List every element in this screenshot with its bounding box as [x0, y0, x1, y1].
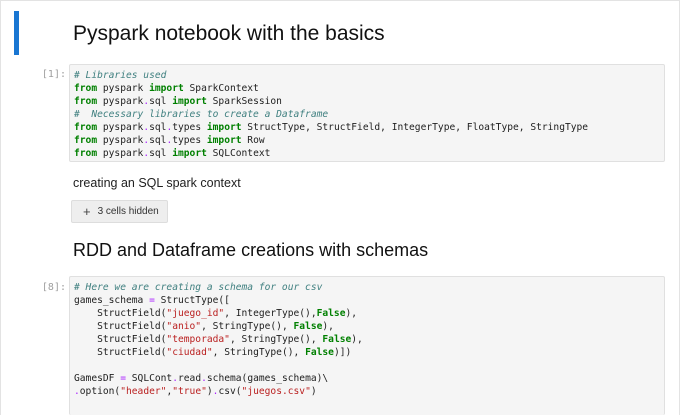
code-line: # Necessary libraries to create a Datafr… [74, 108, 664, 121]
code-token: from [74, 83, 98, 94]
code-token: "anio" [166, 321, 202, 332]
code-token: StructType, StructField, IntegerType, Fl… [241, 122, 589, 133]
code-token: from [74, 96, 98, 107]
code-line: # Libraries used [74, 69, 664, 82]
code-token: StructField( [74, 347, 167, 358]
section-heading: RDD and Dataframe creations with schemas [73, 240, 429, 260]
code-token: StructField( [74, 308, 167, 319]
code-token: types [172, 122, 207, 133]
code-token: pyspark [97, 135, 144, 146]
code-token: "ciudad" [166, 347, 213, 358]
code-token: False [293, 321, 323, 332]
code-token: "true" [172, 386, 207, 397]
page-border-top [0, 0, 680, 1]
code-token: sql [149, 148, 173, 159]
code-line: StructField("temporada", StringType(), F… [74, 333, 664, 346]
code-line: StructField("juego_id", IntegerType(),Fa… [74, 307, 664, 320]
code-token: StructField( [74, 334, 167, 345]
code-line: StructField("anio", StringType(), False)… [74, 320, 664, 333]
code-token: types [172, 135, 207, 146]
code-token: # Necessary libraries to create a Datafr… [74, 109, 329, 120]
code-token: option( [79, 386, 121, 397]
code-token: StructType([ [154, 295, 230, 306]
show-hidden-cells-button[interactable]: + 3 cells hidden [71, 200, 168, 223]
code-token: Row [241, 135, 265, 146]
code-token: ), [322, 321, 334, 332]
code-token: import [149, 83, 184, 94]
page-border-left [0, 0, 1, 415]
code-token: pyspark [97, 83, 150, 94]
code-token: SparkSession [206, 96, 282, 107]
markdown-text: creating an SQL spark context [73, 176, 241, 190]
code-token: import [206, 135, 242, 146]
code-token: , StringType(), [201, 321, 294, 332]
code-token: False [305, 347, 334, 358]
code-token: sql [149, 96, 173, 107]
code-token: )]) [333, 347, 352, 358]
code-line: from pyspark.sql.types import Row [74, 134, 664, 147]
code-line: GamesDF = SQLCont.read.schema(games_sche… [74, 372, 664, 385]
code-line: from pyspark.sql import SparkSession [74, 95, 664, 108]
code-token: sql [149, 122, 167, 133]
cell-prompt-1: [1]: [41, 69, 66, 80]
code-token: StructField( [74, 321, 167, 332]
notebook-title: Pyspark notebook with the basics [73, 22, 385, 45]
code-line: # Here we are creating a schema for our … [74, 281, 664, 294]
code-cell-1[interactable]: # Libraries used from pyspark import Spar… [69, 64, 665, 162]
code-token: csv( [218, 386, 242, 397]
code-token: import [172, 148, 207, 159]
code-token: # Here we are creating a schema for our … [74, 282, 323, 293]
code-token: "header" [120, 386, 167, 397]
code-token: sql [149, 135, 167, 146]
code-token: pyspark [97, 122, 144, 133]
code-token: import [206, 122, 242, 133]
code-token: False [316, 308, 346, 319]
code-token: import [172, 96, 207, 107]
code-token: , IntegerType(), [224, 308, 317, 319]
code-line: from pyspark.sql.types import StructType… [74, 121, 664, 134]
code-token: ), [351, 334, 363, 345]
plus-icon: + [83, 204, 91, 219]
code-token: GamesDF [74, 373, 121, 384]
code-token: "temporada" [166, 334, 230, 345]
code-token: from [74, 148, 98, 159]
code-token: SparkContext [183, 83, 259, 94]
code-token: SQLContext [206, 148, 271, 159]
code-line: from pyspark import SparkContext [74, 82, 664, 95]
code-line: games_schema = StructType([ [74, 294, 664, 307]
code-token: pyspark [97, 148, 144, 159]
code-token: from [74, 135, 98, 146]
code-token: # Libraries used [74, 70, 167, 81]
code-cell-8[interactable]: # Here we are creating a schema for our … [69, 276, 665, 415]
code-line: .option("header","true").csv("juegos.csv… [74, 385, 664, 398]
code-token: , StringType(), [229, 334, 323, 345]
code-token: read [178, 373, 202, 384]
cell-prompt-8: [8]: [41, 282, 66, 293]
code-token: "juegos.csv" [241, 386, 311, 397]
code-token: games_schema [74, 295, 150, 306]
code-token: ), [345, 308, 358, 319]
code-token: False [322, 334, 352, 345]
code-token: "juego_id" [166, 308, 225, 319]
hidden-cells-label: 3 cells hidden [97, 206, 159, 217]
code-line: StructField("ciudad", StringType(), Fals… [74, 346, 664, 359]
code-token: SQLCont [126, 373, 173, 384]
code-token: ) [310, 386, 317, 397]
code-line: from pyspark.sql import SQLContext [74, 147, 664, 160]
code-token: pyspark [97, 96, 144, 107]
active-cell-indicator [14, 11, 19, 55]
code-token: schema(games_schema)\ [206, 373, 329, 384]
code-token: from [74, 122, 98, 133]
code-token: , StringType(), [212, 347, 306, 358]
